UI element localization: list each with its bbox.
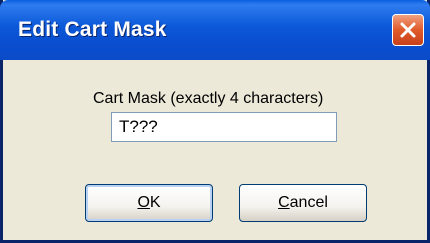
ok-button-mnemonic: O bbox=[137, 194, 150, 211]
edit-cart-mask-dialog: Edit Cart Mask Cart Mask (exactly 4 char… bbox=[0, 0, 430, 243]
cancel-button[interactable]: Cancel bbox=[239, 184, 367, 222]
close-button[interactable] bbox=[392, 14, 424, 46]
dialog-body: Cart Mask (exactly 4 characters) OK Canc… bbox=[3, 60, 427, 240]
window-title: Edit Cart Mask bbox=[18, 18, 167, 41]
ok-button-label-rest: K bbox=[149, 194, 161, 211]
title-bar[interactable]: Edit Cart Mask bbox=[0, 0, 430, 60]
close-icon bbox=[400, 22, 416, 38]
cart-mask-input[interactable] bbox=[111, 112, 337, 142]
cancel-button-mnemonic: C bbox=[278, 194, 290, 211]
cancel-button-label-rest: ancel bbox=[289, 194, 328, 211]
cart-mask-label: Cart Mask (exactly 4 characters) bbox=[93, 90, 324, 107]
ok-button[interactable]: OK bbox=[85, 184, 213, 222]
